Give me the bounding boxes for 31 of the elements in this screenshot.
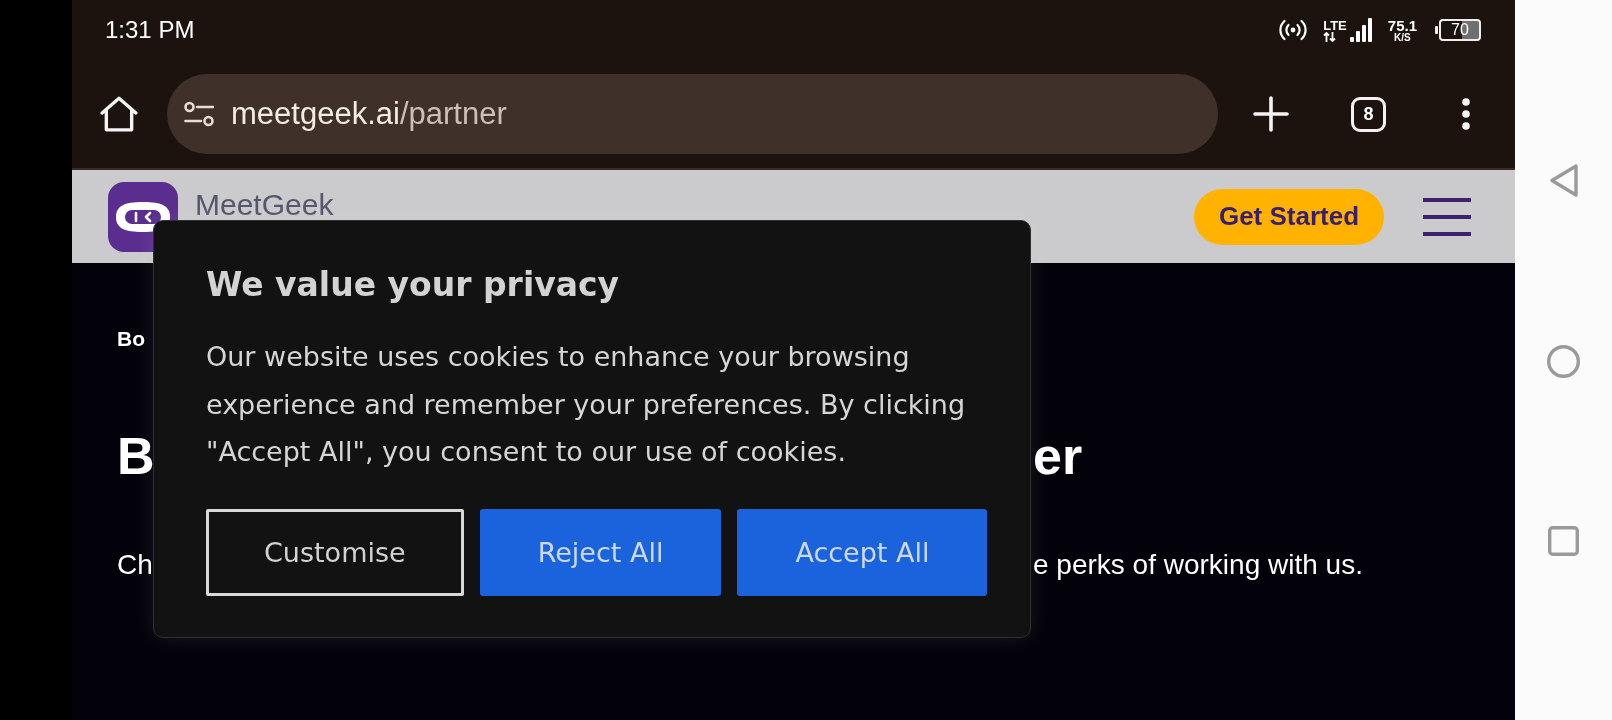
address-bar[interactable]: meetgeek.ai/partner (167, 74, 1218, 154)
network-speed-value: 75.1 (1387, 17, 1417, 33)
network-speed-unit: K/S (1394, 32, 1411, 43)
data-arrows-icon (1323, 32, 1337, 42)
tab-count-button[interactable]: 8 (1351, 96, 1386, 132)
outline-button[interactable]: Customise (206, 508, 464, 596)
home-icon[interactable] (100, 96, 138, 132)
intro-text: Ch (117, 548, 153, 582)
page-heading: er (1033, 426, 1083, 487)
primary-button[interactable]: Accept All (737, 508, 988, 596)
circle-icon[interactable] (1547, 345, 1580, 378)
menu-icon[interactable] (1423, 197, 1471, 236)
back-icon[interactable] (1549, 164, 1578, 197)
primary-button[interactable]: Reject All (479, 508, 722, 596)
intro-text: e perks of working with us. (1033, 548, 1363, 582)
dialog-message: Our website uses cookies to enhance your browsing experience and remember your preferences. By clicking "Accept All", you consent to our use of cookies. (206, 340, 967, 469)
status-time: 1:31 PM (105, 16, 195, 44)
network-type-label: LTE (1323, 18, 1347, 32)
plus-icon[interactable] (1253, 96, 1289, 132)
dialog-title: We value your privacy (206, 264, 620, 306)
url-path: /partner (399, 96, 507, 132)
breadcrumb-text: Bo (117, 326, 145, 352)
site-settings-icon[interactable] (184, 101, 214, 127)
brand-name: MeetGeek (195, 192, 334, 218)
get-started-button[interactable]: Get Started (1194, 188, 1384, 245)
more-icon[interactable] (1462, 98, 1470, 130)
signal-bars-icon (1349, 18, 1372, 42)
hotspot-icon (1279, 19, 1308, 41)
url-host: meetgeek.ai (231, 96, 400, 132)
square-icon[interactable] (1548, 526, 1579, 556)
page-heading: B (117, 426, 155, 487)
